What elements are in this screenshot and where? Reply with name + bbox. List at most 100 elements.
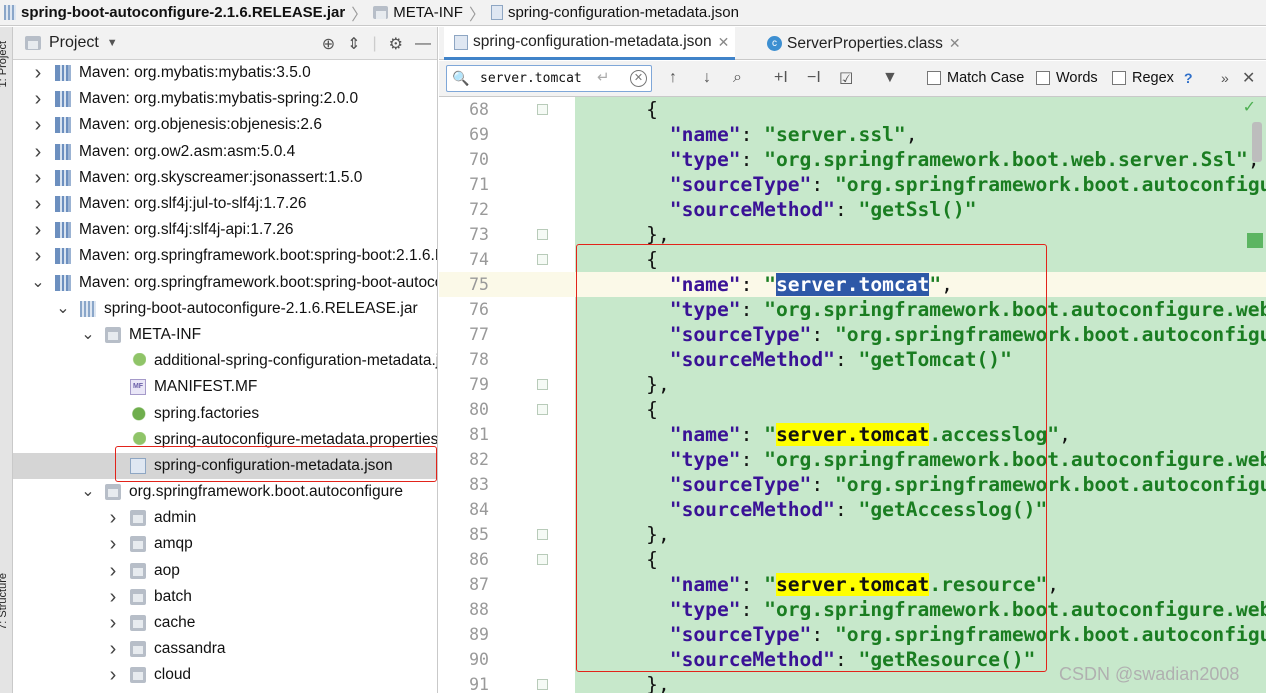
scroll-marker[interactable] [1247, 233, 1263, 248]
regex-help-link[interactable]: ? [1184, 70, 1193, 86]
gear-icon[interactable]: ⚙ [389, 34, 403, 54]
line-number: 83 [469, 475, 489, 494]
filter-icon[interactable]: ▼ [882, 69, 898, 87]
locate-file-icon[interactable]: ⊕ [322, 34, 335, 54]
search-icon[interactable]: 🔍 [452, 70, 469, 87]
next-occurrence-icon[interactable]: ↓ [703, 69, 711, 87]
code-line[interactable]: 68 { [439, 97, 1266, 122]
checkbox-icon[interactable] [927, 71, 941, 85]
tree-item[interactable]: › cloud [13, 662, 437, 688]
checkbox-icon[interactable] [1036, 71, 1050, 85]
collapse-all-icon[interactable]: ⇕ [347, 34, 360, 54]
tree-item[interactable]: › amqp [13, 531, 437, 557]
fold-marker-icon[interactable] [537, 104, 548, 115]
tree-item[interactable]: spring.factories [13, 400, 437, 426]
words-checkbox[interactable]: Words [1036, 70, 1098, 86]
tree-item[interactable]: additional-spring-configuration-metadata… [13, 348, 437, 374]
project-panel-title[interactable]: Project [49, 34, 99, 52]
tree-item[interactable]: MF MANIFEST.MF [13, 374, 437, 400]
more-options-icon[interactable]: » [1221, 70, 1229, 86]
chevron-right-icon[interactable]: › [106, 534, 120, 554]
code-line[interactable]: 69 "name": "server.ssl", [439, 122, 1266, 147]
fold-marker-icon[interactable] [537, 404, 548, 415]
breadcrumb-file[interactable]: spring-configuration-metadata.json [487, 0, 743, 26]
search-input[interactable]: 🔍 server.tomcat ↵ ✕ [446, 65, 652, 92]
package-icon [130, 536, 146, 553]
tree-item[interactable]: › cassandra [13, 636, 437, 662]
tree-item[interactable]: ⌄ spring-boot-autoconfigure-2.1.6.RELEASE… [13, 296, 437, 322]
close-icon[interactable]: ✕ [718, 34, 730, 51]
fold-marker-icon[interactable] [537, 529, 548, 540]
add-occurrence-icon[interactable]: +I [774, 69, 788, 87]
package-icon [130, 562, 146, 579]
code-token: : [740, 123, 765, 146]
remove-occurrence-icon[interactable]: −I [807, 69, 821, 87]
chevron-right-icon[interactable]: › [31, 115, 45, 135]
code-line[interactable]: 70 "type": "org.springframework.boot.web… [439, 147, 1266, 172]
chevron-right-icon[interactable]: › [31, 63, 45, 83]
chevron-right-icon[interactable]: › [106, 665, 120, 685]
tab-server-properties-class[interactable]: c ServerProperties.class ✕ [757, 27, 967, 60]
chevron-down-icon[interactable]: ⌄ [56, 300, 70, 317]
code-line[interactable]: 72 "sourceMethod": "getSsl()" [439, 197, 1266, 222]
chevron-right-icon[interactable]: › [31, 246, 45, 266]
select-all-occurrences-icon[interactable]: ☑ [839, 69, 853, 89]
chevron-right-icon[interactable]: › [106, 613, 120, 633]
tree-item-label: amqp [154, 535, 193, 553]
regex-checkbox[interactable]: Regex [1112, 70, 1174, 86]
tree-item[interactable]: ⌄ META-INF [13, 322, 437, 348]
tree-item[interactable]: › Maven: org.ow2.asm:asm:5.0.4 [13, 139, 437, 165]
tree-item[interactable]: ⌄ org.springframework.boot.autoconfigure [13, 479, 437, 505]
code-line[interactable]: 71 "sourceType": "org.springframework.bo… [439, 172, 1266, 197]
match-case-checkbox[interactable]: Match Case [927, 70, 1024, 86]
tree-item-label: Maven: org.springframework.boot:spring-b… [79, 247, 437, 265]
close-icon[interactable]: ✕ [1242, 68, 1255, 88]
vertical-scrollbar[interactable] [1252, 122, 1262, 162]
chevron-down-icon[interactable]: ⌄ [81, 484, 95, 500]
library-icon [55, 274, 71, 291]
previous-occurrence-icon[interactable]: ↑ [669, 69, 677, 87]
tree-item[interactable]: › Maven: org.springframework.boot:spring-… [13, 243, 437, 269]
chevron-right-icon[interactable]: › [31, 89, 45, 109]
chevron-right-icon[interactable]: › [106, 587, 120, 607]
tree-item[interactable]: › cache [13, 610, 437, 636]
tree-item[interactable]: › admin [13, 505, 437, 531]
tree-item[interactable]: › aop [13, 558, 437, 584]
breadcrumb-meta-inf[interactable]: META-INF [369, 0, 467, 26]
fold-marker-icon[interactable] [537, 554, 548, 565]
breadcrumb-jar[interactable]: spring-boot-autoconfigure-2.1.6.RELEASE.… [0, 0, 349, 26]
leaf-json-icon [130, 353, 146, 370]
tree-item[interactable]: › Maven: org.objenesis:objenesis:2.6 [13, 112, 437, 138]
fold-marker-icon[interactable] [537, 679, 548, 690]
close-icon[interactable]: ✕ [949, 35, 961, 52]
hide-panel-icon[interactable]: — [415, 35, 431, 53]
chevron-down-icon[interactable]: ⌄ [81, 326, 95, 343]
fold-marker-icon[interactable] [537, 379, 548, 390]
fold-marker-icon[interactable] [537, 254, 548, 265]
editor-tab-bar: spring-configuration-metadata.json ✕ c S… [439, 27, 1266, 60]
chevron-right-icon[interactable]: › [31, 220, 45, 240]
chevron-right-icon[interactable]: › [106, 508, 120, 528]
find-all-icon[interactable]: ⌕ [733, 69, 742, 87]
chevron-right-icon[interactable]: › [31, 168, 45, 188]
folder-icon [105, 326, 121, 343]
clear-icon[interactable]: ✕ [630, 70, 647, 87]
fold-marker-icon[interactable] [537, 229, 548, 240]
chevron-down-icon[interactable]: ⌄ [31, 274, 45, 291]
tree-item[interactable]: › Maven: org.slf4j:jul-to-slf4j:1.7.26 [13, 191, 437, 217]
tree-item[interactable]: › Maven: org.mybatis:mybatis:3.5.0 [13, 60, 437, 86]
tab-spring-configuration-metadata[interactable]: spring-configuration-metadata.json ✕ [444, 27, 736, 60]
tree-item[interactable]: › Maven: org.mybatis:mybatis-spring:2.0.0 [13, 86, 437, 112]
checkbox-icon[interactable] [1112, 71, 1126, 85]
chevron-right-icon[interactable]: › [106, 639, 120, 659]
tree-item[interactable]: › Maven: org.slf4j:slf4j-api:1.7.26 [13, 217, 437, 243]
tree-item[interactable]: › Maven: org.skyscreamer:jsonassert:1.5.0 [13, 165, 437, 191]
chevron-right-icon[interactable]: › [31, 142, 45, 162]
tree-item[interactable]: ⌄ Maven: org.springframework.boot:spring-… [13, 270, 437, 296]
chevron-right-icon[interactable]: › [106, 561, 120, 581]
search-query[interactable]: server.tomcat [480, 66, 582, 91]
chevron-right-icon[interactable]: › [31, 194, 45, 214]
tree-item[interactable]: › batch [13, 584, 437, 610]
tree-item-label: cloud [154, 666, 192, 684]
chevron-down-icon[interactable]: ▼ [107, 37, 118, 49]
